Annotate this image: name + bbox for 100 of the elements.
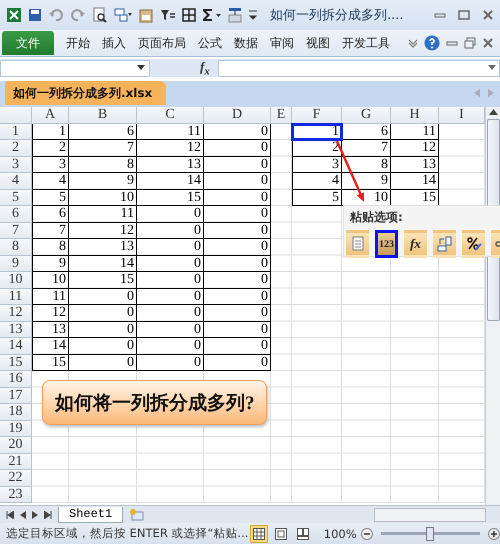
insert-icon[interactable]	[228, 7, 242, 23]
scroll-up-icon[interactable]	[488, 109, 498, 115]
row-header[interactable]: 17	[0, 388, 32, 404]
expand-icon[interactable]	[488, 65, 496, 71]
filter-icon[interactable]	[160, 8, 176, 22]
transpose-button[interactable]	[433, 230, 456, 258]
table-cell: 13	[32, 322, 69, 338]
row-header[interactable]: 7	[0, 222, 32, 239]
table-cell: 3	[292, 156, 342, 173]
table-cell: 6	[342, 124, 391, 140]
row-header[interactable]: 16	[0, 371, 32, 388]
row-header[interactable]: 3	[0, 156, 32, 173]
row-header[interactable]: 20	[0, 437, 32, 454]
row-header[interactable]: 6	[0, 206, 32, 222]
close-icon[interactable]	[482, 37, 494, 49]
column-header[interactable]: D	[204, 107, 271, 124]
ribbon-tab[interactable]: 视图	[300, 34, 336, 52]
row-header[interactable]: 21	[0, 454, 32, 470]
dropdown-icon[interactable]	[137, 65, 145, 71]
insert-sheet-icon[interactable]	[129, 508, 146, 522]
row-header[interactable]: 10	[0, 272, 32, 288]
ribbon-tab[interactable]: 公式	[192, 34, 228, 52]
excel-logo-icon[interactable]	[6, 7, 22, 23]
collapse-ribbon-icon[interactable]	[408, 38, 418, 48]
zoom-out-icon[interactable]	[360, 528, 373, 540]
print-preview-icon[interactable]	[92, 7, 108, 23]
row-header[interactable]: 23	[0, 486, 32, 503]
row-header[interactable]: 13	[0, 322, 32, 338]
column-header[interactable]: B	[69, 107, 137, 124]
ribbon-tab[interactable]: 页面布局	[132, 34, 192, 52]
table-cell: 0	[69, 305, 137, 322]
row-header[interactable]: 2	[0, 140, 32, 156]
save-icon[interactable]	[28, 8, 42, 22]
paste-button[interactable]	[346, 230, 369, 258]
table-cell: 0	[204, 256, 271, 272]
table-cell: 15	[69, 272, 137, 288]
row-header[interactable]: 11	[0, 288, 32, 305]
sheet-tab[interactable]: Sheet1	[58, 506, 124, 522]
zoom-level[interactable]: 100%	[324, 526, 357, 540]
row-header[interactable]: 19	[0, 420, 32, 437]
table-cell: 2	[32, 140, 69, 156]
column-header[interactable]: E	[271, 107, 292, 124]
table-cell: 14	[137, 173, 204, 190]
last-sheet-icon[interactable]	[44, 510, 52, 518]
formula-input[interactable]	[218, 60, 500, 76]
table-cell: 10	[32, 272, 69, 288]
row-header[interactable]: 14	[0, 338, 32, 354]
table-cell: 0	[204, 140, 271, 156]
row-header[interactable]: 22	[0, 470, 32, 486]
row-header[interactable]: 15	[0, 354, 32, 371]
paste-values-button[interactable]: 123	[375, 230, 398, 258]
table-cell: 0	[69, 354, 137, 371]
column-header[interactable]: G	[342, 107, 391, 124]
ribbon-tab[interactable]: 审阅	[264, 34, 300, 52]
layout-view-icon	[274, 528, 287, 540]
insert-function-button[interactable]: f$_{x}$	[200, 58, 210, 78]
row-header[interactable]: 4	[0, 173, 32, 190]
row-header[interactable]: 12	[0, 305, 32, 322]
sum-icon[interactable]	[202, 8, 222, 22]
normal-view-button[interactable]	[250, 524, 268, 542]
ribbon-tab[interactable]: 开发工具	[336, 34, 396, 52]
ribbon-tab[interactable]: 开始	[60, 34, 96, 52]
zoom-in-icon[interactable]	[488, 528, 500, 540]
customize-icon[interactable]	[248, 8, 258, 22]
paste-formulas-button[interactable]: fx	[404, 230, 427, 258]
column-header[interactable]: H	[391, 107, 439, 124]
help-icon[interactable]	[424, 35, 440, 51]
ribbon-tab[interactable]: 插入	[96, 34, 132, 52]
table-cell: 13	[69, 239, 137, 256]
row-header[interactable]: 5	[0, 190, 32, 206]
column-header[interactable]: I	[439, 107, 485, 124]
restore-icon[interactable]	[464, 37, 476, 49]
borders-icon[interactable]	[182, 8, 196, 22]
layout-icon[interactable]	[114, 7, 132, 23]
column-header[interactable]: A	[32, 107, 69, 124]
table-cell: 0	[137, 288, 204, 305]
previous-sheet-icon[interactable]	[20, 510, 26, 518]
row-header[interactable]: 9	[0, 256, 32, 272]
workbook-tab[interactable]: 如何一列拆分成多列.xlsx	[5, 81, 166, 105]
next-sheet-icon[interactable]	[32, 510, 38, 518]
row-header[interactable]: 8	[0, 239, 32, 256]
table-cell: 8	[69, 156, 137, 173]
first-sheet-icon[interactable]	[6, 510, 14, 518]
table-cell: 12	[391, 140, 439, 156]
clipboard-icon[interactable]	[138, 7, 154, 23]
table-cell: 11	[69, 206, 137, 222]
paste-formatting-button[interactable]	[462, 230, 485, 258]
column-header[interactable]: C	[137, 107, 204, 124]
close-icon[interactable]	[482, 9, 494, 21]
table-cell: 6	[69, 124, 137, 140]
ribbon-tab[interactable]: 数据	[228, 34, 264, 52]
row-header[interactable]: 1	[0, 124, 32, 140]
file-tab[interactable]: 文件	[2, 31, 54, 55]
row-header[interactable]: 18	[0, 404, 32, 420]
maximize-icon[interactable]	[458, 9, 470, 21]
column-header[interactable]: F	[292, 107, 342, 124]
zoom-slider-thumb[interactable]	[426, 527, 434, 541]
table-cell: 0	[137, 272, 204, 288]
horizontal-scrollbar[interactable]	[374, 508, 486, 522]
transpose-icon	[436, 236, 452, 252]
